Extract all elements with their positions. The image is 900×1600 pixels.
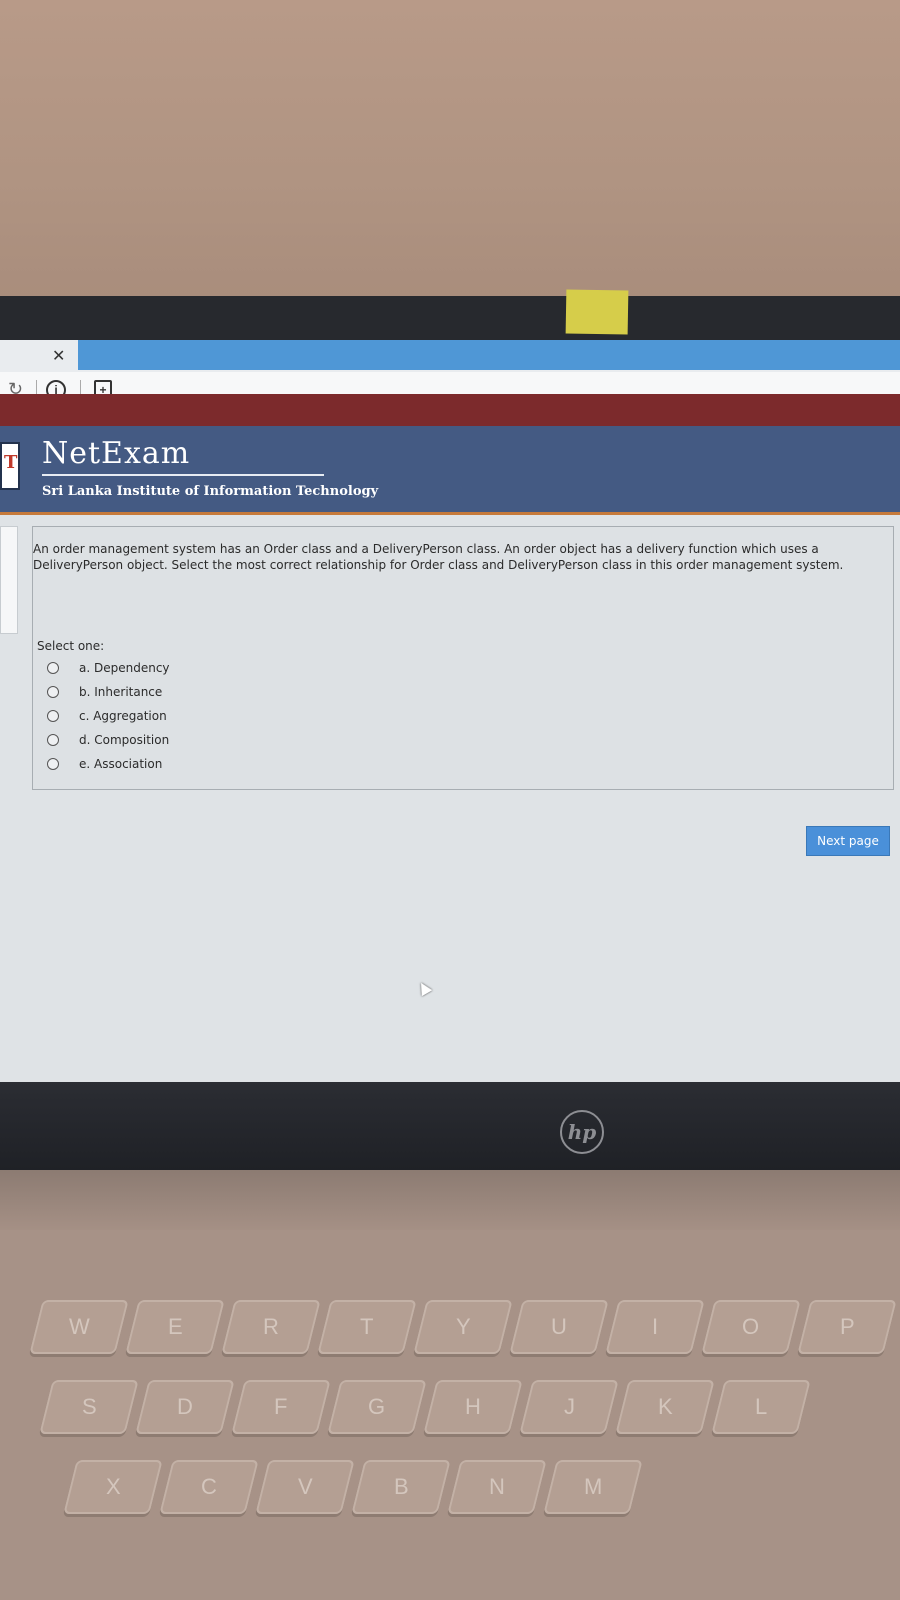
option-d[interactable]: d. Composition [47, 733, 169, 747]
next-page-button[interactable]: Next page [806, 826, 890, 856]
key-w: W [29, 1300, 129, 1354]
key-b: B [351, 1460, 451, 1514]
key-y: Y [413, 1300, 513, 1354]
netexam-header: NetExam Sri Lanka Institute of Informati… [0, 426, 900, 515]
key-u: U [509, 1300, 609, 1354]
question-nav-tab[interactable] [0, 526, 18, 634]
tab-close-icon[interactable]: ✕ [52, 346, 65, 366]
brand-divider [42, 474, 324, 476]
key-e: E [125, 1300, 225, 1354]
key-c: C [159, 1460, 259, 1514]
option-label: e. Association [79, 757, 163, 771]
radio-button[interactable] [47, 686, 59, 698]
sliit-logo-icon [0, 442, 20, 490]
browser-tab-bar: ✕ [0, 340, 900, 372]
key-p: P [797, 1300, 897, 1354]
option-label: c. Aggregation [79, 709, 167, 723]
key-t: T [317, 1300, 417, 1354]
key-j: J [519, 1380, 619, 1434]
key-r: R [221, 1300, 321, 1354]
key-s: S [39, 1380, 139, 1434]
key-m: M [543, 1460, 643, 1514]
institute-name: Sri Lanka Institute of Information Techn… [42, 484, 379, 499]
active-tab[interactable] [78, 340, 900, 370]
laptop-screen: ✕ ↻ i + NetExam Sri Lanka Institute of I… [0, 340, 900, 1082]
key-d: D [135, 1380, 235, 1434]
option-label: b. Inheritance [79, 685, 163, 699]
laptop-bezel-bottom [0, 1082, 900, 1170]
key-l: L [711, 1380, 811, 1434]
option-label: d. Composition [79, 733, 170, 747]
radio-button[interactable] [47, 662, 59, 674]
key-v: V [255, 1460, 355, 1514]
option-e[interactable]: e. Association [47, 757, 162, 771]
webcam-sticky-note [565, 289, 629, 335]
question-text: An order management system has an Order … [33, 542, 844, 572]
option-b[interactable]: b. Inheritance [47, 685, 162, 699]
key-f: F [231, 1380, 331, 1434]
select-one-label: Select one: [37, 639, 105, 653]
key-k: K [615, 1380, 715, 1434]
key-h: H [423, 1380, 523, 1434]
radio-button[interactable] [47, 758, 59, 770]
hp-logo-icon: hp [560, 1110, 604, 1154]
site-top-strip [0, 394, 900, 426]
question-box: An order management system has an Order … [32, 526, 894, 790]
laptop-bezel-top [0, 296, 900, 340]
option-a[interactable]: a. Dependency [47, 661, 170, 675]
radio-button[interactable] [47, 710, 59, 722]
radio-button[interactable] [47, 734, 59, 746]
brand-title: NetExam [42, 436, 191, 471]
wall-background [0, 0, 900, 298]
laptop-hinge [0, 1170, 900, 1230]
option-c[interactable]: c. Aggregation [47, 709, 167, 723]
mouse-cursor-icon [415, 979, 433, 997]
key-o: O [701, 1300, 801, 1354]
key-i: I [605, 1300, 705, 1354]
key-g: G [327, 1380, 427, 1434]
key-x: X [63, 1460, 163, 1514]
option-label: a. Dependency [79, 661, 170, 675]
keyboard: WERTYUIOP SDFGHJKL XCVBNM [0, 1230, 900, 1600]
key-n: N [447, 1460, 547, 1514]
